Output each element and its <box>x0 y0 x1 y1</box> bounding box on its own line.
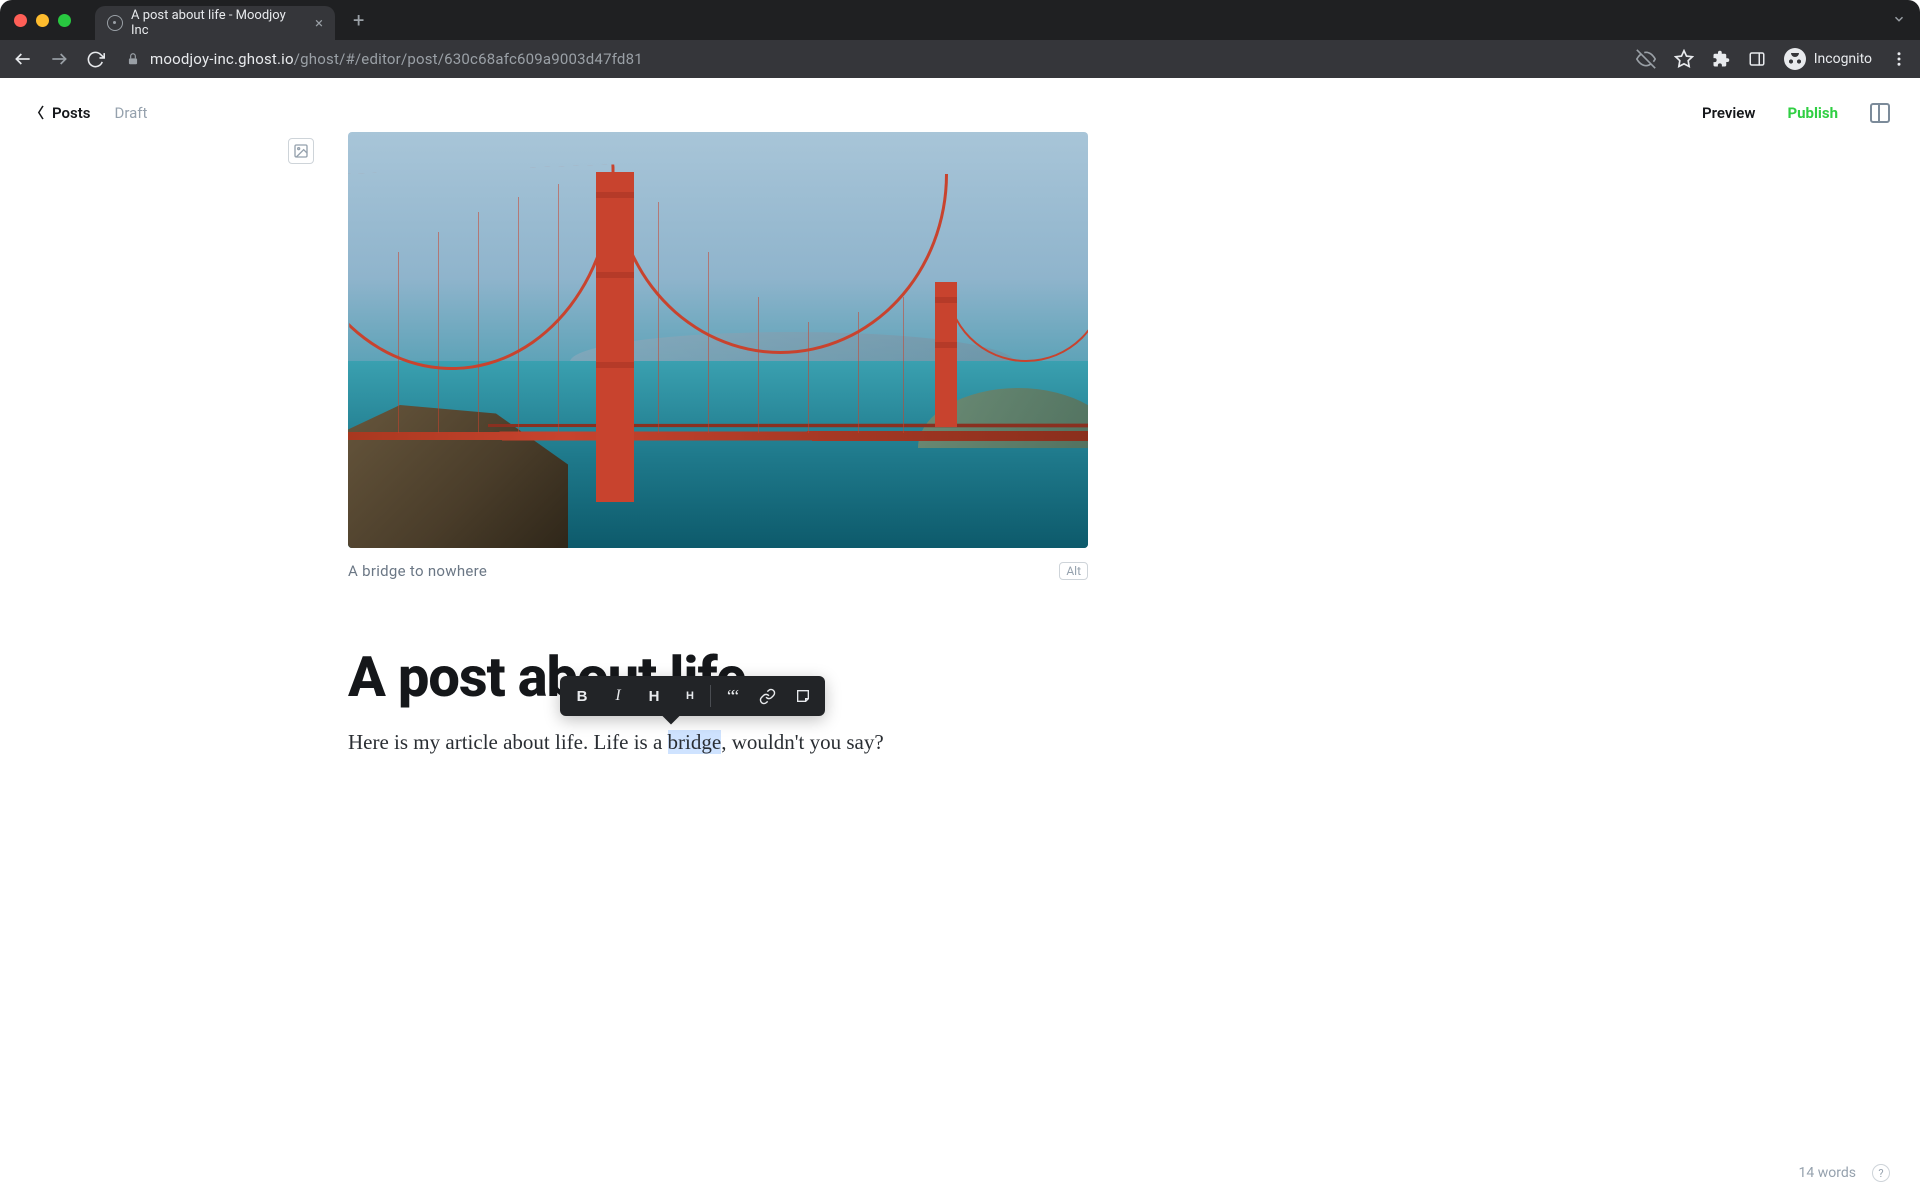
format-bold[interactable]: B <box>564 682 600 710</box>
back-to-posts[interactable]: 〈 Posts <box>30 103 90 123</box>
format-link[interactable] <box>749 682 785 710</box>
star-icon[interactable] <box>1674 49 1694 69</box>
text-format-toolbar: B I H H ““ <box>560 676 825 716</box>
extensions-icon[interactable] <box>1712 50 1730 68</box>
editor-canvas: A bridge to nowhere Alt A post about lif… <box>0 132 1920 1200</box>
tabs-overflow-icon[interactable] <box>1892 11 1906 30</box>
chevron-left-icon: 〈 <box>30 103 44 123</box>
sidepanel-icon[interactable] <box>1748 50 1766 68</box>
url-path: /ghost/#/editor/post/630c68afc609a9003d4… <box>294 50 643 68</box>
format-heading[interactable]: H <box>636 682 672 710</box>
word-count: 14 words <box>1799 1165 1856 1181</box>
image-settings-button[interactable] <box>288 138 314 164</box>
nav-forward-icon <box>48 48 70 70</box>
kebab-menu-icon[interactable] <box>1890 50 1908 68</box>
preview-button[interactable]: Preview <box>1702 104 1755 122</box>
body-text-before: Here is my article about life. Life is a <box>348 730 668 754</box>
window-controls <box>14 14 71 27</box>
publish-button[interactable]: Publish <box>1787 104 1838 122</box>
new-tab-button[interactable]: + <box>353 8 364 32</box>
back-label: Posts <box>52 104 90 122</box>
image-icon <box>293 143 309 159</box>
post-body[interactable]: Here is my article about life. Life is a… <box>348 726 1088 760</box>
tab-favicon <box>107 15 123 31</box>
url-domain: moodjoy-inc.ghost.io <box>150 50 294 68</box>
editor-footer: 14 words ? <box>1799 1164 1890 1182</box>
format-snippet[interactable] <box>785 682 821 710</box>
browser-tab-strip: A post about life - Moodjoy Inc × + <box>0 0 1920 40</box>
link-icon <box>759 688 776 705</box>
browser-toolbar: moodjoy-inc.ghost.io/ghost/#/editor/post… <box>0 40 1920 78</box>
editor-app: 〈 Posts Draft Preview Publish <box>0 78 1920 1200</box>
window-minimize[interactable] <box>36 14 49 27</box>
body-text-after: , wouldn't you say? <box>721 730 883 754</box>
alt-text-button[interactable]: Alt <box>1059 562 1088 580</box>
format-subheading[interactable]: H <box>672 682 708 710</box>
selected-text: bridge <box>668 730 722 754</box>
eye-off-icon[interactable] <box>1636 49 1656 69</box>
nav-reload-icon[interactable] <box>84 48 106 70</box>
address-bar[interactable]: moodjoy-inc.ghost.io/ghost/#/editor/post… <box>126 50 643 68</box>
incognito-badge[interactable]: Incognito <box>1784 48 1872 70</box>
nav-back-icon[interactable] <box>12 48 34 70</box>
image-caption[interactable]: A bridge to nowhere <box>348 562 487 580</box>
tab-title: A post about life - Moodjoy Inc <box>131 8 303 38</box>
post-status: Draft <box>114 104 147 122</box>
format-quote[interactable]: ““ <box>713 682 749 710</box>
lock-icon <box>126 52 140 66</box>
toolbar-separator <box>710 685 711 707</box>
incognito-icon <box>1784 48 1806 70</box>
note-icon <box>795 688 811 704</box>
window-close[interactable] <box>14 14 27 27</box>
window-maximize[interactable] <box>58 14 71 27</box>
settings-panel-toggle[interactable] <box>1870 103 1890 123</box>
format-italic[interactable]: I <box>600 682 636 710</box>
help-icon[interactable]: ? <box>1872 1164 1890 1182</box>
tab-close-icon[interactable]: × <box>315 14 323 32</box>
incognito-label: Incognito <box>1814 51 1872 67</box>
feature-image[interactable] <box>348 132 1088 548</box>
browser-tab[interactable]: A post about life - Moodjoy Inc × <box>95 6 335 40</box>
